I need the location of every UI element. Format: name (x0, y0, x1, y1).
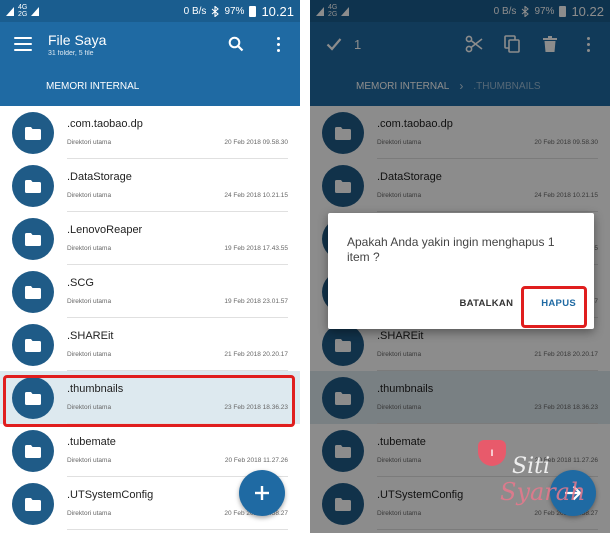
signal-icon (31, 6, 40, 16)
app-title: File Saya (48, 31, 107, 48)
folder-date: 21 Feb 2018 20.20.17 (224, 351, 288, 358)
list-item[interactable]: .DataStorage Direktori utama 24 Feb 2018 1… (0, 159, 300, 212)
folder-location: Direktori utama (67, 139, 112, 146)
divider (67, 529, 288, 530)
dialog-message: Apakah Anda yakin ingin menghapus 1 item… (347, 235, 555, 264)
breadcrumb: MEMORI INTERNAL (0, 66, 300, 106)
list-item[interactable]: .SHAREit Direktori utama 21 Feb 2018 20.20… (0, 318, 300, 371)
folder-location: Direktori utama (67, 298, 112, 305)
highlight-box (3, 375, 295, 427)
list-item[interactable]: .SCG Direktori utama 19 Feb 2018 23.01.57 (0, 265, 300, 318)
menu-icon[interactable] (14, 37, 32, 51)
list-item[interactable]: .LenovoReaper Direktori utama 19 Feb 2018 … (0, 212, 300, 265)
net-top: 4G (18, 4, 28, 11)
folder-icon (12, 218, 54, 260)
folder-name: .LenovoReaper (67, 224, 143, 236)
more-vert-icon[interactable] (268, 34, 288, 54)
search-icon[interactable] (226, 34, 246, 54)
battery-icon (249, 5, 257, 17)
breadcrumb-root[interactable]: MEMORI INTERNAL (46, 81, 139, 92)
folder-icon (12, 271, 54, 313)
list-item[interactable]: .tubemate Direktori utama 20 Feb 2018 11.2… (0, 424, 300, 477)
list-item[interactable]: .com.taobao.dp Direktori utama 20 Feb 2018… (0, 106, 300, 159)
folder-date: 20 Feb 2018 11.27.26 (224, 457, 288, 464)
folder-name: .com.taobao.dp (67, 118, 143, 130)
folder-icon (12, 112, 54, 154)
right-screen: 4G 2G 0 B/s 97% 10.22 1 MEMORI INTERNAL … (310, 0, 610, 533)
folder-name: .DataStorage (67, 171, 132, 183)
speed-text: 0 B/s (183, 5, 207, 17)
bluetooth-icon (212, 5, 220, 17)
signal-icon (6, 6, 14, 16)
network-type: 4G 2G (18, 4, 27, 18)
folder-location: Direktori utama (67, 245, 112, 252)
folder-icon (12, 483, 54, 525)
folder-location: Direktori utama (67, 510, 112, 517)
folder-location: Direktori utama (67, 351, 112, 358)
file-list: .com.taobao.dp Direktori utama 20 Feb 2018… (0, 106, 300, 533)
watermark-logo: I Siti Syarah (478, 440, 598, 520)
app-subtitle: 31 folder, 5 file (48, 49, 94, 57)
folder-icon (12, 165, 54, 207)
add-button[interactable] (239, 470, 285, 516)
status-bar: 4G 2G 0 B/s 97% 10.21 (0, 0, 300, 22)
watermark-line1: Siti (512, 454, 550, 479)
folder-date: 24 Feb 2018 10.21.15 (224, 192, 288, 199)
folder-date: 19 Feb 2018 23.01.57 (224, 298, 288, 305)
heart-icon: I (478, 440, 506, 466)
left-screen: 4G 2G 0 B/s 97% 10.21 File Saya 31 folde… (0, 0, 300, 533)
highlight-box (521, 286, 587, 328)
folder-location: Direktori utama (67, 192, 112, 199)
folder-name: .SCG (67, 277, 94, 289)
folder-location: Direktori utama (67, 457, 112, 464)
folder-date: 20 Feb 2018 09.58.30 (224, 139, 288, 146)
folder-name: .SHAREit (67, 330, 114, 342)
app-bar: File Saya 31 folder, 5 file (0, 22, 300, 66)
cancel-button[interactable]: BATALKAN (453, 292, 519, 315)
net-bottom: 2G (18, 11, 28, 18)
battery-text: 97% (224, 5, 245, 17)
folder-name: .tubemate (67, 436, 116, 448)
add-icon (255, 486, 269, 500)
folder-icon (12, 324, 54, 366)
folder-icon (12, 430, 54, 472)
folder-name: .UTSystemConfig (67, 489, 154, 501)
watermark-line2: Syarah (500, 478, 586, 506)
clock: 10.21 (261, 3, 294, 19)
folder-date: 19 Feb 2018 17.43.55 (224, 245, 288, 252)
